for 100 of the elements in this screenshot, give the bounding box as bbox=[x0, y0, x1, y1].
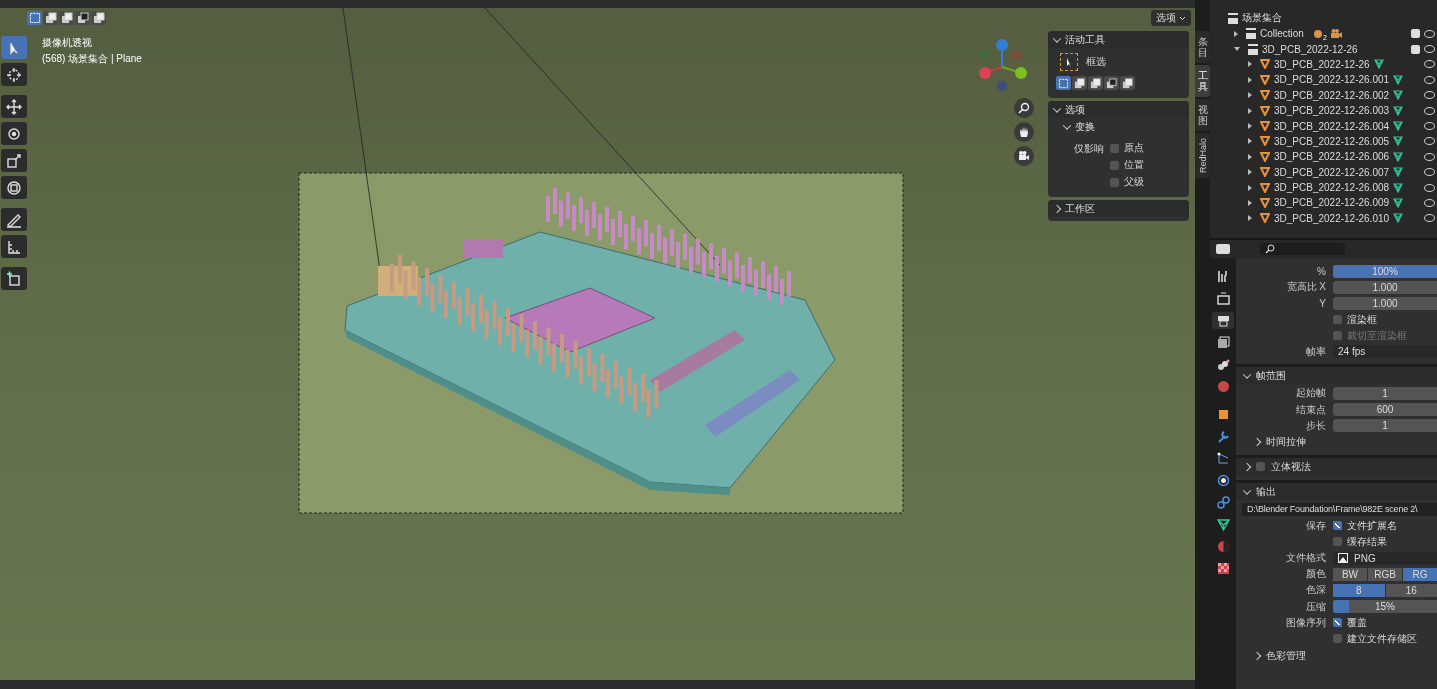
number-field[interactable]: 600 bbox=[1333, 403, 1437, 416]
outliner-item[interactable]: 场景集合 bbox=[1242, 11, 1282, 25]
rotate-tool-icon[interactable] bbox=[1, 122, 27, 145]
checkbox[interactable]: 建立文件存储区 bbox=[1333, 631, 1417, 646]
outliner-item[interactable]: 3D_PCB_2022-12-26.008 bbox=[1274, 182, 1390, 194]
expand-arrow-icon[interactable] bbox=[1248, 138, 1252, 145]
expand-arrow-icon[interactable] bbox=[1248, 169, 1252, 176]
outliner-item[interactable]: 3D_PCB_2022-12-26 bbox=[1262, 43, 1358, 55]
expand-arrow-icon[interactable] bbox=[1248, 184, 1252, 191]
move-tool-icon[interactable] bbox=[1, 95, 27, 118]
checkbox[interactable]: 覆盖 bbox=[1333, 615, 1367, 630]
select-mode-icon[interactable] bbox=[1072, 76, 1087, 90]
panel-header[interactable]: 工作区 bbox=[1048, 200, 1189, 217]
property-label: Y bbox=[1318, 297, 1327, 309]
select-mode-icon[interactable] bbox=[1104, 76, 1119, 90]
outliner-item[interactable]: 3D_PCB_2022-12-26.003 bbox=[1274, 105, 1390, 117]
transform-tool-icon[interactable] bbox=[1, 176, 27, 199]
panel-header[interactable]: 活动工具 bbox=[1048, 31, 1189, 48]
number-field[interactable]: 1 bbox=[1333, 386, 1437, 400]
property-label: 压缩 bbox=[1305, 599, 1327, 614]
select-mode-icon[interactable] bbox=[59, 11, 74, 25]
dropdown-field[interactable]: 24 fps bbox=[1333, 345, 1437, 359]
outliner-item[interactable]: 3D_PCB_2022-12-26.010 bbox=[1274, 212, 1390, 224]
zoom-icon[interactable] bbox=[1014, 98, 1034, 118]
subpanel-header[interactable]: 时间拉伸 bbox=[1236, 434, 1437, 450]
checkbox[interactable] bbox=[1256, 462, 1265, 472]
hand-icon[interactable] bbox=[1014, 122, 1034, 142]
cube-tool-icon[interactable] bbox=[1, 267, 27, 290]
expand-arrow-icon[interactable] bbox=[1248, 107, 1252, 114]
ruler-tool-icon[interactable] bbox=[1, 235, 27, 258]
output-path-field[interactable]: D:\Blender Foundation\Frame\982E scene 2\ bbox=[1242, 502, 1437, 516]
outliner-item[interactable]: 3D_PCB_2022-12-26.007 bbox=[1274, 166, 1390, 178]
select-mode-icon[interactable] bbox=[1056, 76, 1071, 90]
outliner-item[interactable]: 3D_PCB_2022-12-26.006 bbox=[1274, 151, 1390, 163]
panel-header[interactable]: 帧范围 bbox=[1236, 364, 1437, 385]
number-field[interactable]: 1.000 bbox=[1333, 280, 1437, 294]
expand-arrow-icon[interactable] bbox=[1248, 76, 1252, 83]
outliner-item[interactable]: Collection bbox=[1260, 28, 1304, 40]
number-field[interactable]: 1.000 bbox=[1333, 296, 1437, 310]
checkbox[interactable]: 原点 bbox=[1110, 141, 1144, 155]
object-triangle-icon bbox=[1260, 59, 1270, 70]
box-select-icon[interactable] bbox=[1060, 53, 1078, 71]
checkbox[interactable]: 渲染框 bbox=[1333, 312, 1377, 327]
select-mode-icon[interactable] bbox=[43, 11, 58, 25]
select-mode-icon[interactable] bbox=[1120, 76, 1135, 90]
checkbox[interactable] bbox=[1411, 29, 1420, 39]
camera-icon[interactable] bbox=[1014, 146, 1034, 166]
checkbox[interactable] bbox=[1411, 44, 1420, 54]
scale-tool-icon[interactable] bbox=[1, 149, 27, 172]
printer-icon[interactable] bbox=[1212, 312, 1234, 329]
object-triangle-icon bbox=[1260, 151, 1270, 162]
segment-button[interactable]: RGB bbox=[1368, 567, 1402, 581]
expand-arrow-icon[interactable] bbox=[1248, 153, 1252, 160]
outliner-item[interactable]: 3D_PCB_2022-12-26.001 bbox=[1274, 74, 1390, 86]
select-mode-icon[interactable] bbox=[1088, 76, 1103, 90]
select-mode-icon[interactable] bbox=[27, 11, 42, 25]
checkbox[interactable]: 父级 bbox=[1110, 175, 1144, 189]
checkbox[interactable]: 缓存结果 bbox=[1333, 534, 1387, 549]
select-tool-icon[interactable] bbox=[1, 36, 27, 59]
editor-type-icon[interactable] bbox=[1216, 244, 1230, 254]
expand-arrow-icon[interactable] bbox=[1234, 47, 1240, 52]
panel-header[interactable]: 选项 bbox=[1048, 101, 1189, 118]
sidebar-tab[interactable]: 工具 bbox=[1195, 65, 1210, 97]
checkbox[interactable]: 文件扩展名 bbox=[1333, 518, 1397, 533]
outliner-item[interactable]: 3D_PCB_2022-12-26.009 bbox=[1274, 197, 1390, 209]
panel-header[interactable]: 输出 bbox=[1236, 480, 1437, 501]
select-mode-icon[interactable] bbox=[91, 11, 106, 25]
segment-button[interactable]: 8 bbox=[1333, 583, 1385, 597]
property-label: 色深 bbox=[1305, 583, 1327, 598]
expand-arrow-icon[interactable] bbox=[1248, 92, 1252, 99]
slider-field[interactable]: 15% bbox=[1333, 600, 1437, 614]
expand-arrow-icon[interactable] bbox=[1248, 200, 1252, 206]
number-field[interactable]: 1 bbox=[1333, 419, 1437, 433]
file-format-dropdown[interactable]: PNG bbox=[1333, 551, 1437, 565]
sidebar-tab[interactable]: RedHalo bbox=[1195, 133, 1210, 179]
outliner-item[interactable]: 3D_PCB_2022-12-26.005 bbox=[1274, 135, 1390, 147]
mesh-data-icon bbox=[1393, 105, 1404, 116]
outliner-item[interactable]: 3D_PCB_2022-12-26.004 bbox=[1274, 120, 1390, 132]
expand-arrow-icon[interactable] bbox=[1248, 123, 1252, 130]
search-field[interactable] bbox=[1260, 243, 1345, 255]
slider-field[interactable]: 100% bbox=[1333, 264, 1437, 278]
pencil-tool-icon[interactable] bbox=[1, 208, 27, 231]
expand-arrow-icon[interactable] bbox=[1248, 215, 1252, 222]
sidebar-tab[interactable]: 条目 bbox=[1195, 31, 1210, 63]
segment-button[interactable]: RG bbox=[1403, 567, 1437, 581]
select-mode-icon[interactable] bbox=[75, 11, 90, 25]
outliner-item[interactable]: 3D_PCB_2022-12-26.002 bbox=[1274, 89, 1390, 101]
options-dropdown[interactable]: 选项 bbox=[1151, 10, 1191, 26]
expand-arrow-icon[interactable] bbox=[1248, 61, 1252, 68]
panel-header[interactable]: 立体视法 bbox=[1236, 455, 1437, 476]
mesh-data-icon bbox=[1393, 74, 1404, 85]
checkbox[interactable]: 位置 bbox=[1110, 158, 1144, 172]
sidebar-tab[interactable]: 视图 bbox=[1195, 99, 1210, 131]
outliner-item[interactable]: 3D_PCB_2022-12-26 bbox=[1274, 58, 1370, 70]
expand-arrow-icon[interactable] bbox=[1234, 30, 1238, 37]
subpanel-header[interactable]: 色彩管理 bbox=[1236, 648, 1437, 664]
cursor-tool-icon[interactable] bbox=[1, 63, 27, 86]
segment-button[interactable]: 16 bbox=[1385, 583, 1437, 597]
property-label: % bbox=[1316, 265, 1327, 277]
segment-button[interactable]: BW bbox=[1333, 567, 1367, 581]
